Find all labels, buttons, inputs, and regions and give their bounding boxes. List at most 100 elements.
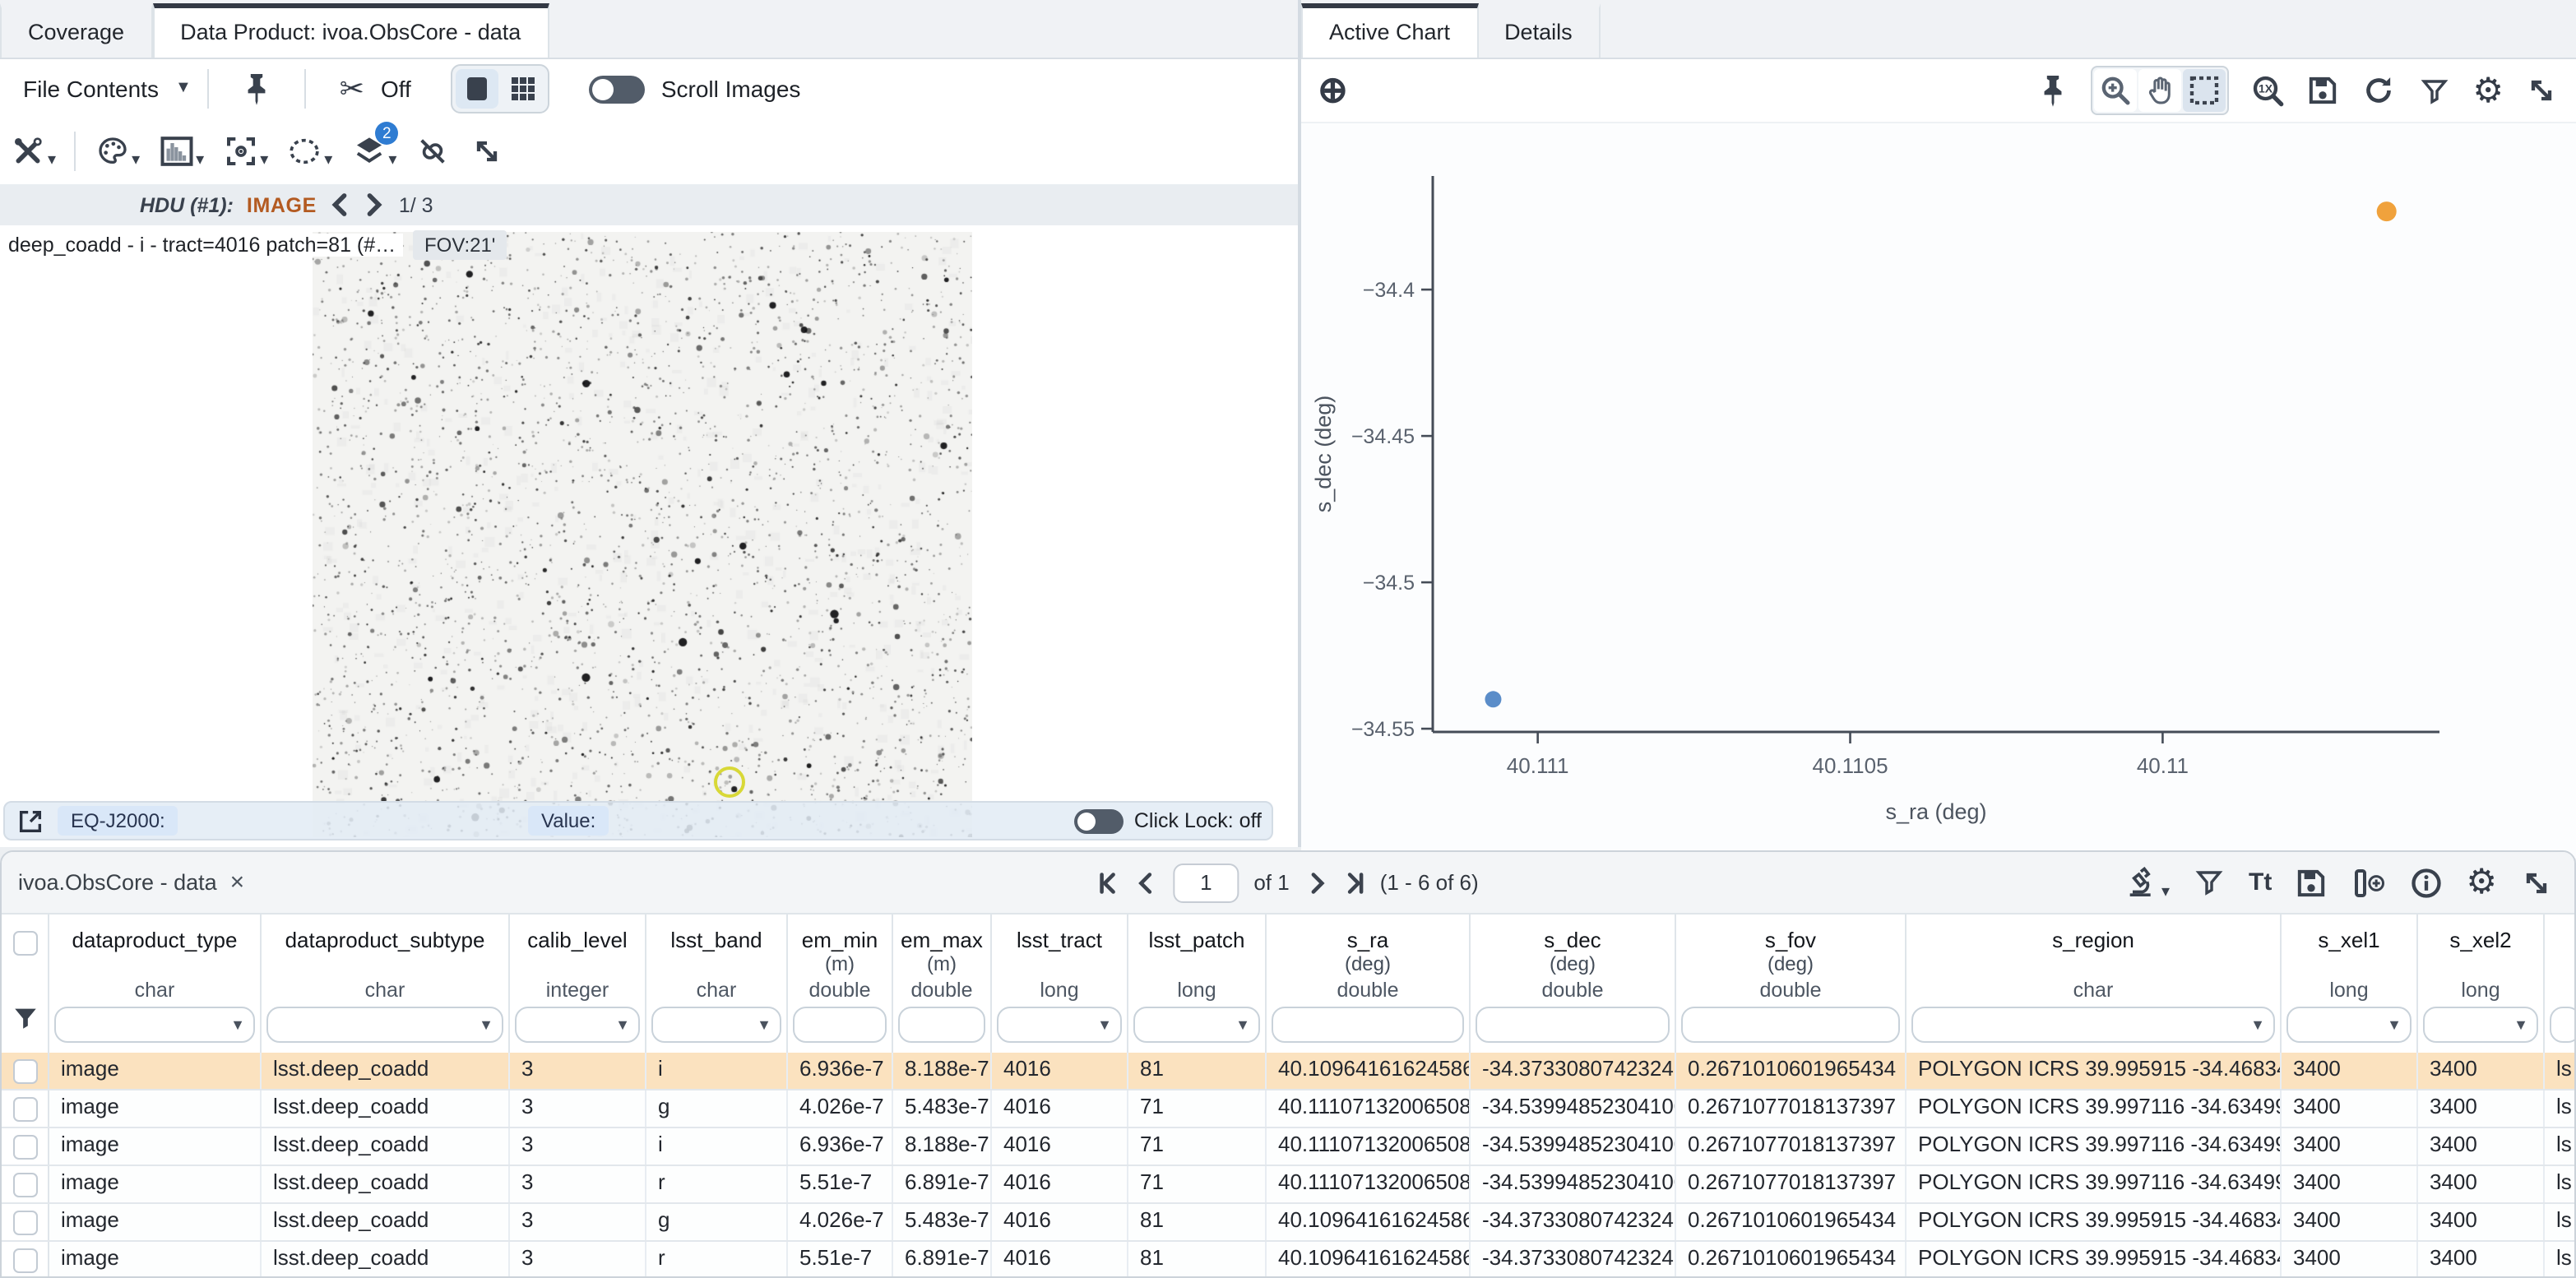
last-page-button[interactable] xyxy=(1342,871,1365,894)
pan-mode-button[interactable] xyxy=(2138,69,2181,112)
column-filter-input[interactable]: ▼ xyxy=(515,1007,640,1043)
hdu-next-button[interactable] xyxy=(364,192,386,217)
color-palette-button[interactable]: ▾ xyxy=(94,133,140,169)
hdu-prev-button[interactable] xyxy=(330,192,351,217)
unlock-wcs-button[interactable] xyxy=(415,133,451,169)
first-page-button[interactable] xyxy=(1097,871,1120,894)
fits-image-canvas[interactable] xyxy=(313,232,972,837)
row-checkbox[interactable] xyxy=(12,1172,37,1197)
column-header-s_fov[interactable]: s_fov(deg)double xyxy=(1676,915,1907,1053)
grid-view-button[interactable] xyxy=(502,69,544,109)
column-filter-input[interactable]: ▼ xyxy=(54,1007,255,1043)
table-row[interactable]: imagelsst.deep_coadd3r5.51e-76.891e-7401… xyxy=(2,1166,2574,1204)
column-filter-input[interactable] xyxy=(1476,1007,1670,1043)
tab-data-product[interactable]: Data Product: ivoa.ObsCore - data xyxy=(152,3,549,58)
column-header-s_xel1[interactable]: s_xel1long▼ xyxy=(2282,915,2418,1053)
column-filter-input[interactable]: ▼ xyxy=(2286,1007,2412,1043)
column-header-s_dec[interactable]: s_dec(deg)double xyxy=(1471,915,1676,1053)
column-filter-input[interactable]: ▼ xyxy=(2423,1007,2538,1043)
filter-chart-button[interactable] xyxy=(2416,72,2453,109)
column-header-dataproduct_type[interactable]: dataproduct_typechar▼ xyxy=(49,915,262,1053)
row-checkbox[interactable] xyxy=(12,1248,37,1272)
column-header-em_max[interactable]: em_max(m)double xyxy=(893,915,992,1053)
table-tab[interactable]: ivoa.ObsCore - data × xyxy=(2,868,244,896)
image-tools-button[interactable]: ▾ xyxy=(10,133,56,169)
layers-count-badge: 2 xyxy=(375,122,398,145)
column-header-lsst_tract[interactable]: lsst_tractlong▼ xyxy=(992,915,1128,1053)
tab-details[interactable]: Details xyxy=(1478,3,1601,58)
save-chart-button[interactable] xyxy=(2305,72,2341,109)
column-filter-input[interactable] xyxy=(2550,1007,2576,1043)
table-row[interactable]: imagelsst.deep_coadd3g4.026e-75.483e-740… xyxy=(2,1204,2574,1242)
recenter-button[interactable]: ▾ xyxy=(222,133,268,169)
table-row[interactable]: imagelsst.deep_coadd3r5.51e-76.891e-7401… xyxy=(2,1242,2574,1276)
column-filter-input[interactable]: ▼ xyxy=(1133,1007,1260,1043)
row-checkbox[interactable] xyxy=(12,1134,37,1159)
layers-button[interactable]: 2▾ xyxy=(350,133,396,169)
column-header-lsst_patch[interactable]: lsst_patchlong▼ xyxy=(1128,915,1267,1053)
pin-chart-button[interactable] xyxy=(2035,72,2071,109)
column-filter-input[interactable] xyxy=(793,1007,887,1043)
add-column-button[interactable] xyxy=(2351,864,2387,901)
column-filter-input[interactable]: ▼ xyxy=(651,1007,781,1043)
file-contents-select[interactable]: File Contents xyxy=(23,76,159,102)
single-view-button[interactable] xyxy=(456,69,498,109)
zoom-original-button[interactable]: 1X xyxy=(2249,72,2285,109)
table-row[interactable]: imagelsst.deep_coadd3i6.936e-78.188e-740… xyxy=(2,1053,2574,1090)
row-checkbox[interactable] xyxy=(12,1210,37,1234)
table-settings-icon[interactable]: ⚙ xyxy=(2466,865,2497,900)
prev-page-button[interactable] xyxy=(1135,871,1158,894)
column-header-dataproduct_subtype[interactable]: dataproduct_subtypechar▼ xyxy=(262,915,510,1053)
page-number-input[interactable]: 1 xyxy=(1173,863,1239,902)
cutout-state-label[interactable]: Off xyxy=(381,76,411,102)
column-filter-input[interactable]: ▼ xyxy=(997,1007,1122,1043)
column-header-s_xel2[interactable]: s_xel2long▼ xyxy=(2418,915,2545,1053)
stretch-histogram-button[interactable]: ▾ xyxy=(158,133,204,169)
save-table-button[interactable] xyxy=(2293,864,2329,901)
text-view-button[interactable]: Tt xyxy=(2249,870,2272,895)
expand-table-button[interactable] xyxy=(2518,864,2555,901)
column-header-s_region[interactable]: s_regionchar▼ xyxy=(1907,915,2282,1053)
cutout-scissors-icon[interactable]: ✂ xyxy=(340,74,364,104)
zoom-mode-button[interactable] xyxy=(2094,69,2137,112)
chart-canvas[interactable]: −34.4−34.45−34.5−34.5540.11140.110540.11… xyxy=(1301,123,2576,850)
close-table-icon[interactable]: × xyxy=(230,868,245,896)
column-header-lsst_band[interactable]: lsst_bandchar▼ xyxy=(646,915,788,1053)
click-lock-toggle[interactable] xyxy=(1075,808,1124,833)
column-filter-input[interactable] xyxy=(1681,1007,1900,1043)
table-row[interactable]: imagelsst.deep_coadd3g4.026e-75.483e-740… xyxy=(2,1090,2574,1128)
tab-coverage[interactable]: Coverage xyxy=(0,3,152,58)
scatter-chart[interactable]: −34.4−34.45−34.5−34.5540.11140.110540.11… xyxy=(1301,123,2576,859)
tab-active-chart[interactable]: Active Chart xyxy=(1301,3,1478,58)
chevron-down-icon[interactable]: ▼ xyxy=(175,81,192,97)
add-chart-icon[interactable]: ⊕ xyxy=(1318,72,1348,109)
row-checkbox[interactable] xyxy=(12,1096,37,1121)
filter-table-button[interactable] xyxy=(2191,864,2227,901)
expand-viewer-icon[interactable] xyxy=(15,806,44,836)
table-info-button[interactable] xyxy=(2408,864,2444,901)
expand-image-button[interactable] xyxy=(469,133,505,169)
pin-button[interactable] xyxy=(239,71,276,107)
column-header-s_ra[interactable]: s_ra(deg)double xyxy=(1267,915,1471,1053)
column-filter-input[interactable]: ▼ xyxy=(1911,1007,2275,1043)
column-header-em_min[interactable]: em_min(m)double xyxy=(788,915,893,1053)
chart-settings-icon[interactable]: ⚙ xyxy=(2472,73,2504,108)
row-checkbox[interactable] xyxy=(12,1058,37,1083)
scroll-images-toggle[interactable] xyxy=(589,75,645,103)
select-all-checkbox[interactable] xyxy=(12,931,37,956)
column-filter-input[interactable] xyxy=(1272,1007,1464,1043)
inspect-table-button[interactable]: ▾ xyxy=(2124,864,2170,901)
restore-chart-button[interactable] xyxy=(2361,72,2397,109)
x-tick-label: 40.11 xyxy=(2137,753,2189,778)
column-header-partial[interactable] xyxy=(2545,915,2576,1053)
column-filter-input[interactable] xyxy=(898,1007,985,1043)
filter-row-icon[interactable] xyxy=(7,1000,43,1036)
expand-chart-button[interactable] xyxy=(2523,72,2560,109)
next-page-button[interactable] xyxy=(1304,871,1327,894)
select-region-button[interactable]: ▾ xyxy=(286,133,332,169)
column-header-calib_level[interactable]: calib_levelinteger▼ xyxy=(510,915,646,1053)
table-cell: ls xyxy=(2545,1090,2574,1127)
table-row[interactable]: imagelsst.deep_coadd3i6.936e-78.188e-740… xyxy=(2,1128,2574,1166)
select-mode-button[interactable] xyxy=(2183,69,2226,112)
column-filter-input[interactable]: ▼ xyxy=(266,1007,503,1043)
